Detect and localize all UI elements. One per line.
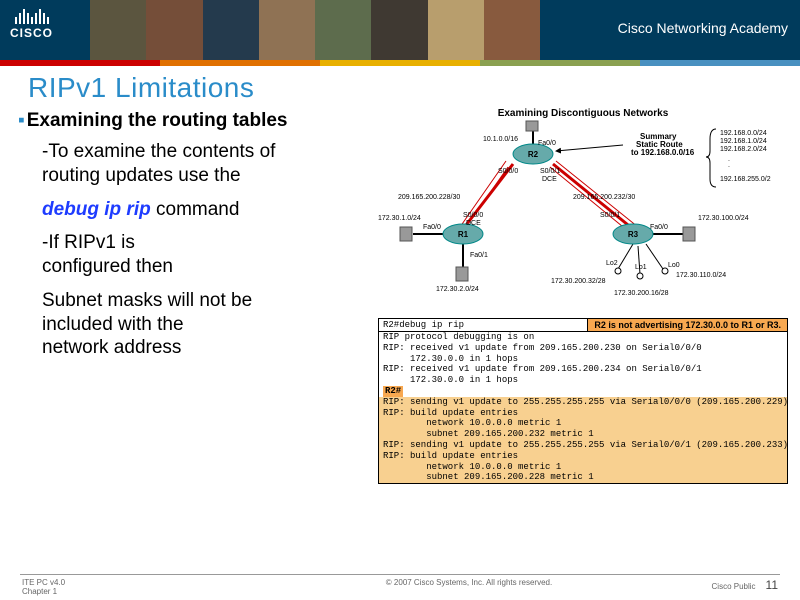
academy-label: Cisco Networking Academy [618,20,788,36]
svg-text:172.30.1.0/24: 172.30.1.0/24 [378,215,421,222]
people-photo-strip [90,0,540,60]
svg-text:Lo1: Lo1 [635,264,647,271]
bullet-sub-3: -If RIPv1 isconfigured then [18,231,370,289]
term-line-hl: RIP: sending v1 update to 255.255.255.25… [379,440,787,451]
body: Examining the routing tables -To examine… [0,106,800,484]
header-bar: CISCO Cisco Networking Academy [0,0,800,60]
svg-text:R3: R3 [628,230,639,239]
svg-text:Fa0/0: Fa0/0 [650,224,668,231]
term-line-hl: subnet 209.165.200.228 metric 1 [379,472,787,483]
terminal-callout: R2 is not advertising 172.30.0.0 to R1 o… [587,319,787,331]
svg-text:S0/0/1: S0/0/1 [600,212,620,219]
term-line: R2# [379,386,787,397]
logo-text: CISCO [10,26,53,40]
figure-column: Examining Discontiguous Networks R2 R1 R… [378,106,788,484]
svg-text:S0/0/0: S0/0/0 [463,212,483,219]
svg-text:10.1.0.0/16: 10.1.0.0/16 [483,136,518,143]
term-line-hl: network 10.0.0.0 metric 1 [379,462,787,473]
svg-text:S0/0/0: S0/0/0 [498,168,518,175]
svg-text:to 192.168.0.0/16: to 192.168.0.0/16 [631,148,695,157]
footer-right: Cisco Public11 [618,578,778,596]
svg-text:.: . [728,162,730,169]
term-line: RIP: received v1 update from 209.165.200… [379,364,787,375]
svg-text:Fa0/1: Fa0/1 [470,252,488,259]
term-line: RIP: received v1 update from 209.165.200… [379,343,787,354]
svg-text:Fa0/0: Fa0/0 [423,224,441,231]
text-column: Examining the routing tables -To examine… [18,106,378,484]
term-line-hl: RIP: build update entries [379,451,787,462]
svg-text:R1: R1 [458,230,469,239]
svg-text:209.165.200.232/30: 209.165.200.232/30 [573,194,635,201]
page-number: 11 [766,578,778,592]
term-line: RIP protocol debugging is on [379,332,787,343]
svg-text:209.165.200.228/30: 209.165.200.228/30 [398,194,460,201]
term-line-hl: subnet 209.165.200.232 metric 1 [379,429,787,440]
svg-text:172.30.100.0/24: 172.30.100.0/24 [698,215,749,222]
bullet-sub-4: Subnet masks will not beincluded with th… [18,289,370,370]
term-line: 172.30.0.0 in 1 hops [379,375,787,386]
svg-text:172.30.110.0/24: 172.30.110.0/24 [676,272,726,279]
diagram-title: Examining Discontiguous Networks [378,106,788,119]
term-line-hl: network 10.0.0.0 metric 1 [379,418,787,429]
term-line: 172.30.0.0 in 1 hops [379,354,787,365]
svg-text:DCE: DCE [542,176,557,183]
svg-text:R2: R2 [528,150,539,159]
footer-left: ITE PC v4.0Chapter 1 [22,578,320,596]
svg-text:172.30.200.16/28: 172.30.200.16/28 [614,290,669,297]
svg-text:Lo0: Lo0 [668,262,680,269]
bullet-command: debug ip rip command [18,198,370,232]
svg-text:DCE: DCE [466,220,481,227]
svg-text:192.168.2.0/24: 192.168.2.0/24 [720,146,767,153]
slide-title: RIPv1 Limitations [0,66,800,106]
terminal-command: R2#debug ip rip [379,319,468,331]
network-diagram: R2 R1 R3 Summary Static Route to 192.168… [378,119,788,309]
footer-copyright: © 2007 Cisco Systems, Inc. All rights re… [320,578,618,596]
svg-text:Lo2: Lo2 [606,260,618,267]
cisco-logo: CISCO [10,8,53,40]
svg-text:192.168.1.0/24: 192.168.1.0/24 [720,138,767,145]
svg-text:192.168.0.0/24: 192.168.0.0/24 [720,130,767,137]
svg-text:Fa0/0: Fa0/0 [538,140,556,147]
svg-text:172.30.200.32/28: 172.30.200.32/28 [551,278,606,285]
terminal-output: R2#debug ip rip R2 is not advertising 17… [378,318,788,484]
term-line-hl: RIP: sending v1 update to 255.255.255.25… [379,397,787,408]
svg-text:172.30.2.0/24: 172.30.2.0/24 [436,286,479,293]
footer: ITE PC v4.0Chapter 1 © 2007 Cisco System… [0,574,800,596]
command-text: debug ip rip [42,199,151,220]
bullet-sub-1: -To examine the contents ofrouting updat… [18,140,370,198]
accent-bar [0,60,800,66]
svg-text:192.168.255.0/2: 192.168.255.0/2 [720,176,771,183]
bullet-heading: Examining the routing tables [18,106,370,140]
term-line-hl: RIP: build update entries [379,408,787,419]
svg-text:S0/0/1: S0/0/1 [540,168,560,175]
